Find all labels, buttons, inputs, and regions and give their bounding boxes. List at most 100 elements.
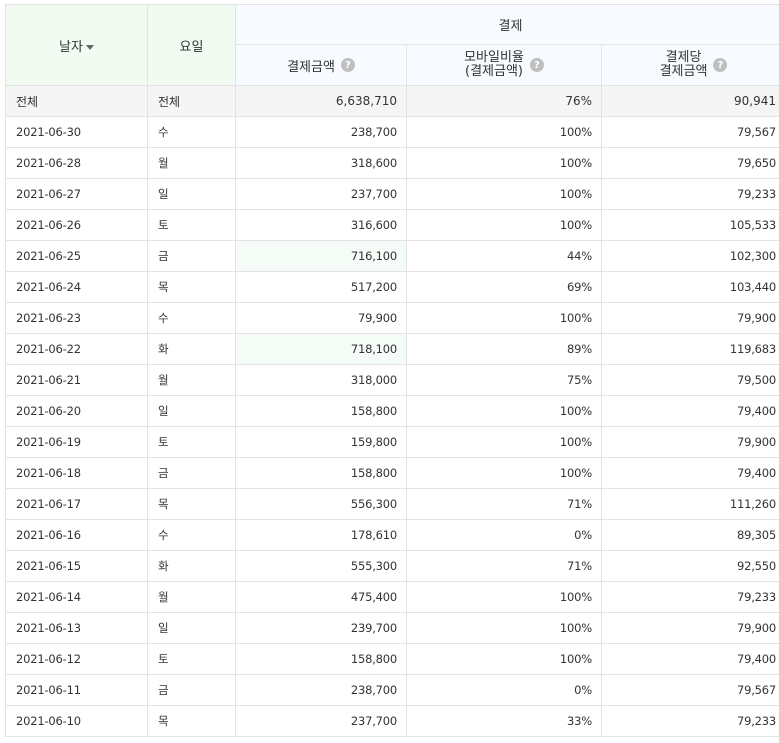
payment-group-header: 결제 xyxy=(234,4,779,45)
date-cell: 2021-06-22 xyxy=(5,333,148,365)
table-row: 2021-06-16 수 178,610 0% 89,305 xyxy=(5,519,779,551)
mobile-ratio-cell: 71% xyxy=(406,488,602,520)
sort-caret-icon[interactable] xyxy=(85,44,94,50)
amount-header-label: 결제금액 xyxy=(287,59,335,75)
per-payment-cell: 79,900 xyxy=(600,426,779,458)
table-row: 2021-06-23 수 79,900 100% 79,900 xyxy=(5,302,779,334)
per-payment-cell: 111,260 xyxy=(600,488,779,520)
date-cell: 2021-06-24 xyxy=(5,271,148,303)
weekday-cell: 화 xyxy=(147,550,236,582)
mobile-ratio-cell: 100% xyxy=(406,302,602,334)
mobile-ratio-column-header: 모바일비율 (결제금액) ? xyxy=(406,44,602,86)
date-cell: 2021-06-20 xyxy=(5,395,148,427)
date-cell: 2021-06-13 xyxy=(5,612,148,644)
per-payment-cell: 89,305 xyxy=(600,519,779,551)
total-per-cell: 90,941 xyxy=(600,85,779,117)
total-row: 전체 전체 6,638,710 76% 90,941 xyxy=(5,85,779,117)
date-cell: 2021-06-26 xyxy=(5,209,148,241)
per-payment-column-header: 결제당 결제금액 ? xyxy=(600,44,779,86)
date-cell: 2021-06-23 xyxy=(5,302,148,334)
amount-cell: 555,300 xyxy=(235,550,407,582)
amount-cell: 318,000 xyxy=(235,364,407,396)
mobile-header-line2: (결제금액) xyxy=(465,64,523,79)
mobile-ratio-cell: 100% xyxy=(406,581,602,613)
amount-cell: 178,610 xyxy=(235,519,407,551)
weekday-cell: 목 xyxy=(147,705,236,737)
mobile-ratio-cell: 100% xyxy=(406,147,602,179)
amount-cell: 716,100 xyxy=(235,240,407,272)
per-payment-cell: 79,650 xyxy=(600,147,779,179)
mobile-ratio-cell: 100% xyxy=(406,426,602,458)
per-payment-cell: 92,550 xyxy=(600,550,779,582)
date-cell: 2021-06-11 xyxy=(5,674,148,706)
table-row: 2021-06-28 월 318,600 100% 79,650 xyxy=(5,147,779,179)
mobile-ratio-cell: 100% xyxy=(406,643,602,675)
amount-cell: 517,200 xyxy=(235,271,407,303)
amount-cell: 237,700 xyxy=(235,705,407,737)
amount-cell: 159,800 xyxy=(235,426,407,458)
help-icon[interactable]: ? xyxy=(529,58,544,72)
date-cell: 2021-06-25 xyxy=(5,240,148,272)
mobile-ratio-cell: 100% xyxy=(406,178,602,210)
per-payment-cell: 103,440 xyxy=(600,271,779,303)
help-icon[interactable]: ? xyxy=(713,58,728,72)
per-payment-cell: 79,233 xyxy=(600,581,779,613)
table-row: 2021-06-26 토 316,600 100% 105,533 xyxy=(5,209,779,241)
amount-cell: 237,700 xyxy=(235,178,407,210)
weekday-cell: 금 xyxy=(147,457,236,489)
mobile-header-line1: 모바일비율 xyxy=(464,50,524,65)
mobile-ratio-cell: 89% xyxy=(406,333,602,365)
per-header-line2: 결제금액 xyxy=(659,64,708,79)
per-payment-cell: 79,233 xyxy=(600,705,779,737)
weekday-cell: 일 xyxy=(147,178,236,210)
date-cell: 2021-06-14 xyxy=(5,581,148,613)
date-cell: 2021-06-12 xyxy=(5,643,148,675)
amount-cell: 316,600 xyxy=(235,209,407,241)
per-payment-cell: 79,567 xyxy=(600,674,779,706)
table-row: 2021-06-22 화 718,100 89% 119,683 xyxy=(5,333,779,365)
per-payment-cell: 119,683 xyxy=(600,333,779,365)
amount-cell: 238,700 xyxy=(235,116,407,148)
weekday-cell: 월 xyxy=(147,364,236,396)
mobile-ratio-cell: 100% xyxy=(406,457,602,489)
per-payment-cell: 102,300 xyxy=(600,240,779,272)
table-row: 2021-06-30 수 238,700 100% 79,567 xyxy=(5,116,779,148)
date-column-header[interactable]: 날자 xyxy=(5,4,148,86)
weekday-cell: 토 xyxy=(147,209,236,241)
mobile-ratio-cell: 44% xyxy=(406,240,602,272)
date-cell: 2021-06-16 xyxy=(5,519,148,551)
mobile-ratio-cell: 71% xyxy=(406,550,602,582)
table-row: 2021-06-18 금 158,800 100% 79,400 xyxy=(5,457,779,489)
weekday-cell: 토 xyxy=(147,426,236,458)
date-cell: 2021-06-15 xyxy=(5,550,148,582)
weekday-cell: 수 xyxy=(147,519,236,551)
mobile-ratio-cell: 69% xyxy=(406,271,602,303)
total-mobile-cell: 76% xyxy=(406,85,602,117)
weekday-cell: 월 xyxy=(147,581,236,613)
per-payment-cell: 79,233 xyxy=(600,178,779,210)
weekday-cell: 금 xyxy=(147,674,236,706)
amount-column-header: 결제금액 ? xyxy=(235,44,407,86)
table-row: 2021-06-10 목 237,700 33% 79,233 xyxy=(5,705,779,737)
mobile-ratio-cell: 100% xyxy=(406,612,602,644)
weekday-cell: 화 xyxy=(147,333,236,365)
help-icon[interactable]: ? xyxy=(340,58,355,72)
amount-cell: 239,700 xyxy=(235,612,407,644)
table-row: 2021-06-25 금 716,100 44% 102,300 xyxy=(5,240,779,272)
total-amount-cell: 6,638,710 xyxy=(235,85,407,117)
mobile-ratio-cell: 0% xyxy=(406,519,602,551)
amount-cell: 79,900 xyxy=(235,302,407,334)
table-row: 2021-06-15 화 555,300 71% 92,550 xyxy=(5,550,779,582)
table-row: 2021-06-24 목 517,200 69% 103,440 xyxy=(5,271,779,303)
amount-cell: 238,700 xyxy=(235,674,407,706)
amount-cell: 158,800 xyxy=(235,457,407,489)
per-header-line1: 결제당 xyxy=(665,50,702,65)
mobile-ratio-cell: 100% xyxy=(406,116,602,148)
amount-cell: 158,800 xyxy=(235,643,407,675)
per-payment-cell: 79,900 xyxy=(600,612,779,644)
amount-cell: 318,600 xyxy=(235,147,407,179)
payment-group-label: 결제 xyxy=(498,19,523,34)
table-row: 2021-06-13 일 239,700 100% 79,900 xyxy=(5,612,779,644)
weekday-cell: 일 xyxy=(147,395,236,427)
table-row: 2021-06-17 목 556,300 71% 111,260 xyxy=(5,488,779,520)
